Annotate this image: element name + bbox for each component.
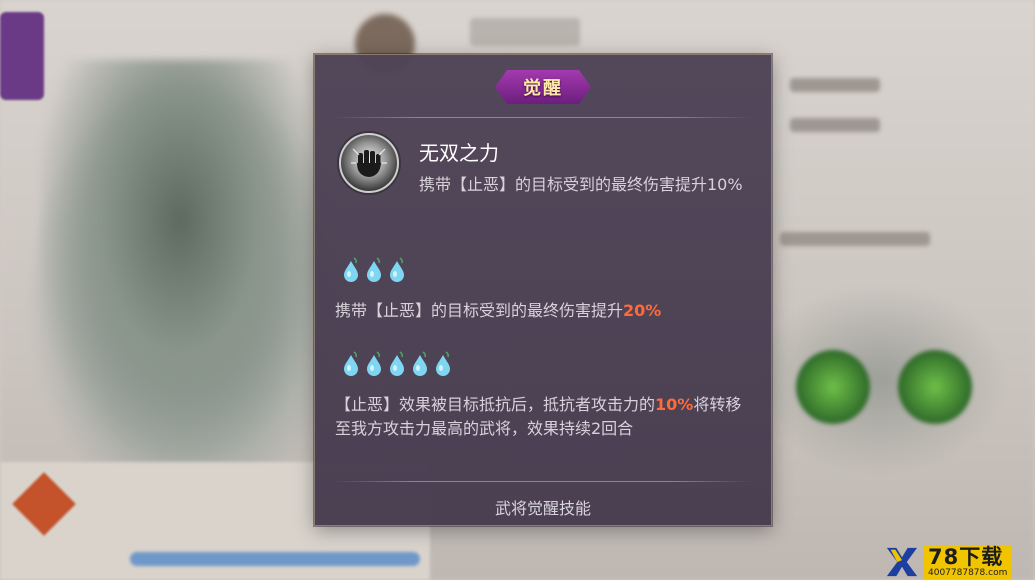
- watermark-url-text: 4007787878.com: [924, 567, 1012, 579]
- water-drop-icon: [341, 257, 361, 283]
- awakening-tier-1-text: 携带【止恶】的目标受到的最终伤害提升20%: [335, 299, 755, 323]
- awakening-tier-2-drops: [341, 351, 453, 377]
- general-portrait: [40, 60, 320, 460]
- watermark-main-text: 78下载: [924, 545, 1012, 568]
- water-drop-icon: [410, 351, 430, 377]
- tier-2-text-before: 【止恶】效果被目标抵抗后，抵抗者攻击力的: [335, 395, 656, 414]
- skill-name: 无双之力: [419, 141, 499, 165]
- water-drop-icon: [364, 257, 384, 283]
- water-drop-icon: [364, 351, 384, 377]
- background-skill-icon: [898, 350, 972, 424]
- site-watermark: 78下载 4007787878.com: [884, 544, 1034, 580]
- background-skill-icon: [796, 350, 870, 424]
- fist-power-icon: [339, 133, 399, 193]
- water-drop-icon: [433, 351, 453, 377]
- popup-header: 觉醒: [315, 69, 771, 105]
- popup-title: 觉醒: [495, 70, 591, 104]
- x-logo-icon: [884, 544, 920, 580]
- awakening-popup: 觉醒 无双之力 携带【止恶】的目标受到的最终伤害提升10% 携带【止恶】的目标受…: [314, 54, 772, 526]
- water-drop-icon: [387, 257, 407, 283]
- background-stat-row: [790, 78, 880, 92]
- popup-footer-label: 武将觉醒技能: [494, 499, 591, 518]
- water-drop-icon: [387, 351, 407, 377]
- footer-divider: [333, 481, 753, 482]
- background-stat-row: [790, 118, 880, 132]
- awakening-tier-1-drops: [341, 257, 407, 283]
- tier-1-text-before: 携带【止恶】的目标受到的最终伤害提升: [335, 301, 624, 320]
- skill-description: 携带【止恶】的目标受到的最终伤害提升10%: [419, 175, 743, 194]
- awakening-tier-2-text: 【止恶】效果被目标抵抗后，抵抗者攻击力的10%将转移至我方攻击力最高的武将，效果…: [335, 393, 755, 441]
- background-text-row: [780, 232, 930, 246]
- background-button: [470, 18, 580, 46]
- tier-2-highlight-value: 10%: [655, 395, 694, 414]
- water-drop-icon: [341, 351, 361, 377]
- side-tab[interactable]: [0, 12, 44, 100]
- background-progress-bar: [130, 552, 420, 566]
- tier-1-highlight-value: 20%: [623, 301, 662, 320]
- header-divider: [333, 117, 753, 118]
